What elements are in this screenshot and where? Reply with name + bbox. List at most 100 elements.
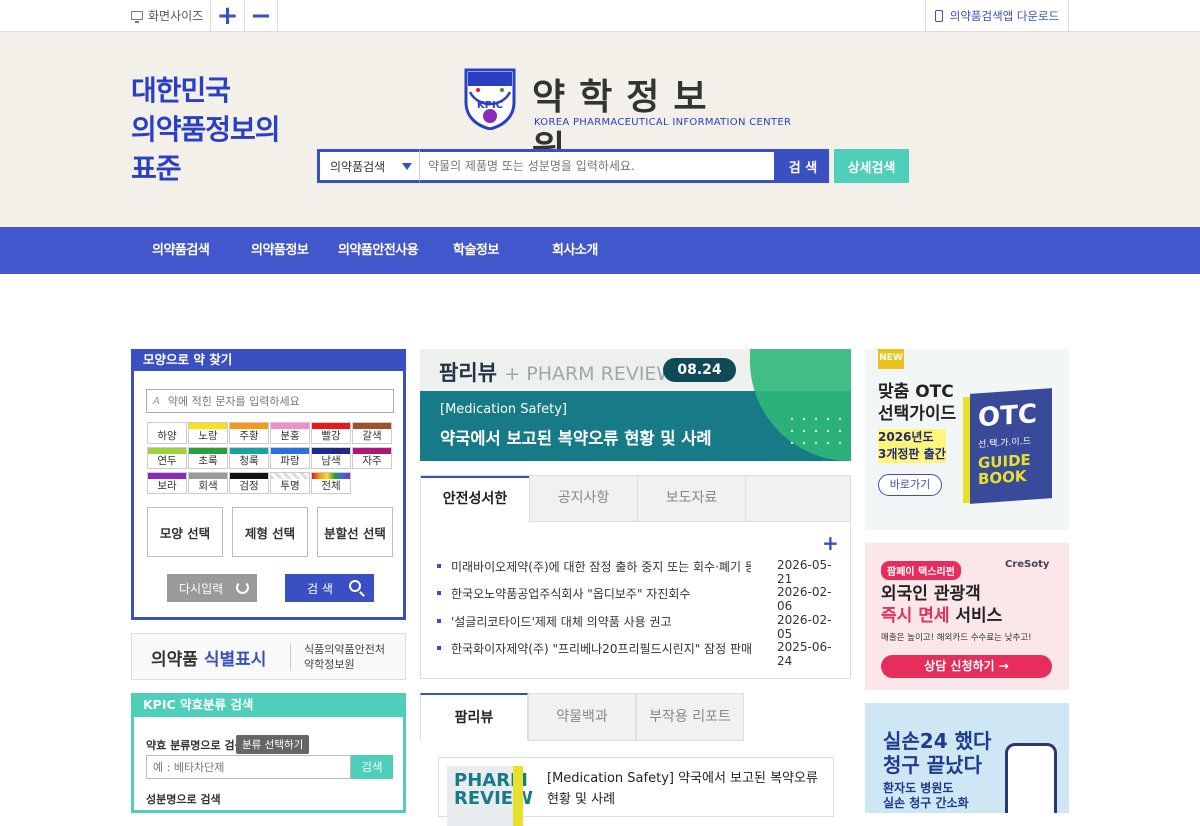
insurance-claim-ad[interactable]: 실손24 했다 청구 끝났다 환자도 병원도 실손 청구 간소화 [865,703,1069,813]
reset-button[interactable]: 다시입력 [167,574,257,602]
color-label: 투명 [280,480,300,492]
classification-select-button[interactable]: 분류 선택하기 [236,735,310,754]
color-option[interactable]: 하양 [147,422,187,444]
header: 대한민국 의약품정보의 표준 KPIC 약학정보원 KOREA PHARMACE… [0,32,1200,227]
tab-drug-encyclopedia[interactable]: 약물백과 [528,693,636,741]
search-button[interactable]: 검 색 [777,149,829,183]
color-label: 주황 [239,430,259,442]
bullet-icon [437,619,441,623]
color-option[interactable]: 자주 [352,447,392,469]
color-option[interactable]: 검정 [229,472,269,494]
zoom-in-button[interactable]: + [210,0,244,31]
search-category-value: 의약품검색 [330,159,386,174]
logo-english: KOREA PHARMACEUTICAL INFORMATION CENTER [534,117,792,128]
otc-guide-ad[interactable]: NEW 맞춤 OTC 선택가이드 2026년도 3개정판 출간 바로가기 OTC… [865,349,1069,530]
otc-ad-go-button[interactable]: 바로가기 [878,474,942,496]
shape-search-button[interactable]: 검 색 [285,574,374,602]
identification-prefix: 의약품 [151,650,204,670]
color-option[interactable]: 전체 [311,472,351,494]
list-item[interactable]: '설글리코타이드'제제 대체 의약품 사용 권고 2026-02-05 [437,611,837,641]
review-card[interactable]: PHARM REVIEW [Medication Safety] 약국에서 보고… [438,757,834,826]
score-line-select-button[interactable]: 분할선 선택 [317,507,393,557]
list-item-date: 2026-05-21 [777,558,832,586]
color-label: 파랑 [280,455,300,467]
nav-item-drug-search[interactable]: 의약품검색 [152,227,210,274]
tax-refund-ad[interactable]: 팜페이 택스리펀 CreSoty 외국인 관광객 즉시 면세 서비스 매출은 높… [865,543,1069,690]
banner-date-badge: 08.24 [663,358,736,382]
bullet-icon [437,564,441,568]
list-item[interactable]: 한국오노약품공업주식회사 "옵디보주" 자진회수 2026-02-06 [437,583,837,613]
color-option[interactable]: 청록 [229,447,269,469]
tab-press[interactable]: 보도자료 [637,476,745,522]
search-input[interactable] [419,149,777,183]
form-select-button[interactable]: 제형 선택 [232,507,308,557]
color-option[interactable]: 빨강 [311,422,351,444]
color-label: 갈색 [362,430,382,442]
zoom-out-button[interactable]: − [244,0,278,31]
brand-logo: CreSoty [1005,559,1050,570]
color-option[interactable]: 회색 [188,472,228,494]
nav-item-company[interactable]: 회사소개 [552,227,598,274]
classification-name-label: 약효 분류명으로 검색 [146,739,245,752]
otc-ad-edition-line: 3개정판 출간 [878,447,946,461]
color-label: 전체 [321,480,341,492]
color-option[interactable]: 남색 [311,447,351,469]
screen-size-control: 화면사이즈 [131,0,203,31]
color-option[interactable]: 분홍 [270,422,310,444]
list-item[interactable]: 한국화이자제약(주) "프리베나20프리필드시린지" 잠정 판매사··· 202… [437,638,837,668]
color-label: 검정 [239,480,259,492]
pharm-review-banner[interactable]: 팜리뷰 + PHARM REVIEW 08.24 [Medication Saf… [420,349,851,461]
list-item-date: 2026-02-06 [777,585,832,613]
color-option[interactable]: 파랑 [270,447,310,469]
detail-search-button[interactable]: 상세검색 [834,149,909,183]
color-option[interactable]: 투명 [270,472,310,494]
color-label: 보라 [157,480,177,492]
shape-search-label: 검 색 [307,581,333,596]
review-thumbnail: PHARM REVIEW [447,766,533,826]
imprint-input[interactable]: A 약에 적힌 문자를 입력하세요 [146,389,394,413]
tab-notice[interactable]: 공지사항 [529,476,637,522]
app-download-label: 의약품검색앱 다운로드 [949,8,1060,23]
claim-headline-line: 청구 끝났다 [883,753,982,777]
otc-ad-edition-line: 2026년도 [878,430,934,444]
list-item[interactable]: 미래바이오제약(주)에 대한 잠정 출하 중지 또는 회수·폐기 등 ··· 2… [437,556,837,586]
banner-title: 팜리뷰 + PHARM REVIEW [439,357,675,387]
kpic-classification-panel: KPIC 약효분류 검색 약효 분류명으로 검색 분류 선택하기 예 : 베타차… [131,693,406,813]
color-option[interactable]: 보라 [147,472,187,494]
nav-item-academic[interactable]: 학술정보 [453,227,499,274]
classification-input-placeholder: 예 : 베타차단제 [153,761,225,774]
site-logo[interactable]: KPIC 약학정보원 KOREA PHARMACEUTICAL INFORMAT… [464,68,791,170]
list-item-date: 2025-06-24 [777,640,832,668]
color-option[interactable]: 주황 [229,422,269,444]
identification-banner[interactable]: 의약품 식별표시 식품의약품안전처 약학정보원 [131,633,406,680]
more-button[interactable]: + [822,531,839,555]
tax-refund-headline-line2: 즉시 면세 서비스 [881,605,1002,627]
search-category-select[interactable]: 의약품검색 [317,149,419,183]
identification-highlight: 식별표시 [203,650,267,670]
slogan-line: 표준 [131,152,182,185]
shape-option-buttons: 모양 선택 제형 선택 분할선 선택 [147,507,397,559]
classification-search-button[interactable]: 검색 [351,755,393,779]
notice-tab-panel: 안전성서한 공지사항 보도자료 + 미래바이오제약(주)에 대한 잠정 출하 중… [420,475,851,679]
banner-title-en: + PHARM REVIEW [504,363,676,385]
color-option[interactable]: 초록 [188,447,228,469]
classification-input[interactable]: 예 : 베타차단제 [146,755,351,779]
tab-adverse-report[interactable]: 부작용 리포트 [636,693,744,741]
color-label: 빨강 [321,430,341,442]
shape-select-button[interactable]: 모양 선택 [147,507,223,557]
nav-item-drug-safety[interactable]: 의약품안전사용 [338,227,419,274]
nav-item-drug-info[interactable]: 의약품정보 [251,227,309,274]
reset-label: 다시입력 [179,581,224,596]
color-option[interactable]: 연두 [147,447,187,469]
slogan: 대한민국 의약품정보의 표준 [131,71,281,188]
tab-safety-letter[interactable]: 안전성서한 [421,476,529,522]
color-label: 회색 [198,480,218,492]
kpic-title: KPIC 약효분류 검색 [131,693,406,717]
consult-button[interactable]: 상담 신청하기 → [881,655,1052,678]
tax-refund-headline: 외국인 관광객 즉시 면세 서비스 [881,583,1002,627]
screen-size-label: 화면사이즈 [148,9,204,23]
color-option[interactable]: 갈색 [352,422,392,444]
tab-pharm-review[interactable]: 팜리뷰 [420,693,528,741]
app-download-link[interactable]: 의약품검색앱 다운로드 [925,0,1069,31]
color-option[interactable]: 노랑 [188,422,228,444]
